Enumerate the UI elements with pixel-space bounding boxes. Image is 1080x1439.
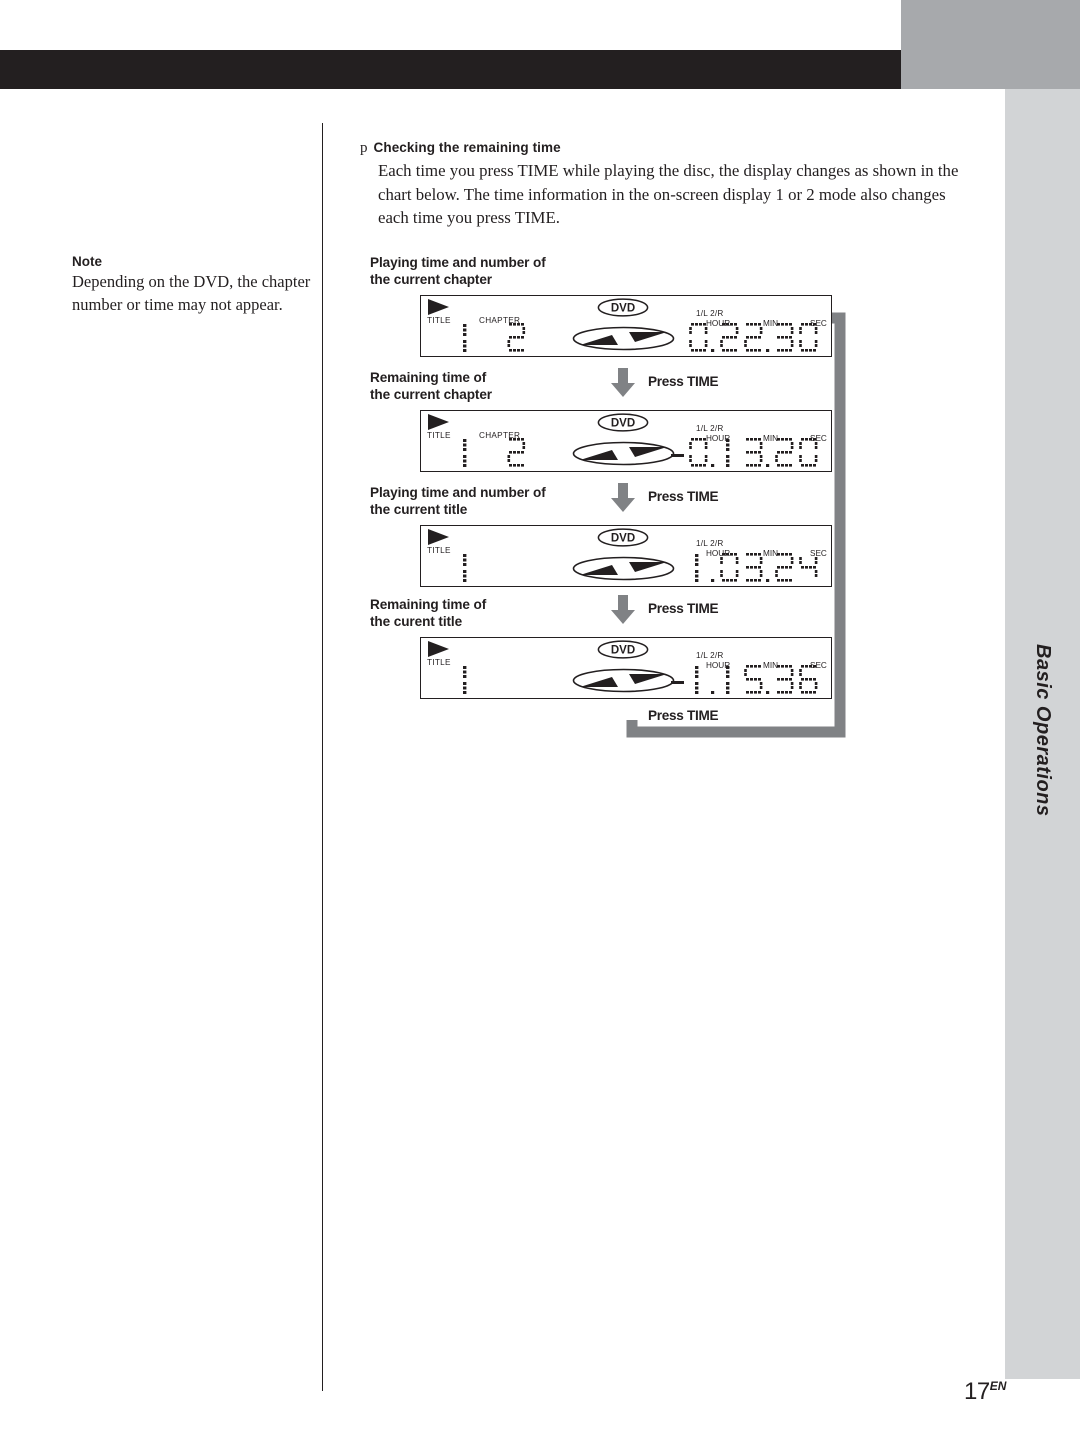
press-time-label: Press TIME xyxy=(648,601,719,616)
title-number-value xyxy=(459,438,471,473)
intro-paragraph: Each time you press TIME while playing t… xyxy=(378,161,959,228)
title-label: TITLE xyxy=(427,431,451,440)
svg-text:DVD: DVD xyxy=(611,645,635,657)
step-caption: Playing time and number of the current t… xyxy=(370,485,546,517)
time-readout xyxy=(687,665,835,697)
svg-text:DVD: DVD xyxy=(611,418,635,430)
note-block: Note Depending on the DVD, the chapter n… xyxy=(72,254,322,317)
note-heading: Note xyxy=(72,254,102,269)
time-display-flow-diagram: Playing time and number of the current c… xyxy=(370,250,890,750)
press-time-label: Press TIME xyxy=(648,489,719,504)
play-indicator-icon xyxy=(428,641,449,657)
lcd-display-panel: TITLE CHAPTER 1/L 2/R HOUR MIN SEC DVD xyxy=(420,410,832,472)
step-caption: Remaining time of the curent title xyxy=(370,597,487,629)
bullet-marker-icon: p xyxy=(360,140,368,156)
time-readout xyxy=(687,323,835,355)
svg-text:DVD: DVD xyxy=(611,533,635,545)
lcd-display-panel: TITLE CHAPTER 1/L 2/R HOUR MIN SEC DVD xyxy=(420,295,832,357)
spinning-disc-icon xyxy=(572,326,675,351)
page-number-locale: EN xyxy=(989,1379,1007,1393)
play-indicator-icon xyxy=(428,299,449,315)
spinning-disc-icon xyxy=(572,668,675,693)
dvd-logo-icon: DVD xyxy=(597,413,649,432)
dvd-logo-icon: DVD xyxy=(597,640,649,659)
seven-segment-time xyxy=(695,665,818,694)
title-label: TITLE xyxy=(427,546,451,555)
title-label: TITLE xyxy=(427,658,451,667)
dvd-logo-icon: DVD xyxy=(597,528,649,547)
step-caption: Remaining time of the current chapter xyxy=(370,370,492,402)
note-text: Depending on the DVD, the chapter number… xyxy=(72,272,311,314)
seven-segment-time xyxy=(689,438,818,467)
title-number-value xyxy=(459,665,471,700)
audio-channel-label: 1/L 2/R xyxy=(696,539,724,548)
intro-section: p Checking the remaining time Each time … xyxy=(360,140,960,230)
lcd-display-panel: TITLE 1/L 2/R HOUR MIN SEC DVD xyxy=(420,637,832,699)
lcd-display-panel: TITLE 1/L 2/R HOUR MIN SEC DVD xyxy=(420,525,832,587)
page-number-value: 17 xyxy=(964,1378,990,1405)
time-readout xyxy=(687,553,835,585)
minus-sign-icon xyxy=(671,454,684,457)
down-arrow-icon xyxy=(611,595,635,624)
audio-channel-label: 1/L 2/R xyxy=(696,309,724,318)
minus-sign-icon xyxy=(671,681,684,684)
loop-press-time-label: Press TIME xyxy=(648,708,719,723)
top-dark-band xyxy=(0,50,901,89)
chapter-number-value xyxy=(505,438,527,473)
down-arrow-icon xyxy=(611,483,635,512)
time-readout xyxy=(687,438,835,470)
page-number: 17EN xyxy=(964,1378,1006,1406)
press-time-label: Press TIME xyxy=(648,374,719,389)
chapter-number-value xyxy=(505,323,527,358)
spinning-disc-icon xyxy=(572,441,675,466)
play-indicator-icon xyxy=(428,414,449,430)
title-number-value xyxy=(459,553,471,588)
spinning-disc-icon xyxy=(572,556,675,581)
title-number-value xyxy=(459,323,471,358)
column-divider-rule xyxy=(322,123,323,1391)
down-arrow-icon xyxy=(611,368,635,397)
play-indicator-icon xyxy=(428,529,449,545)
intro-heading: Checking the remaining time xyxy=(373,140,561,155)
side-tab-label: Basic Operations xyxy=(1032,643,1054,817)
audio-channel-label: 1/L 2/R xyxy=(696,424,724,433)
top-right-gray-block xyxy=(901,0,1080,89)
intro-heading-row: p Checking the remaining time xyxy=(360,140,960,156)
dvd-logo-icon: DVD xyxy=(597,298,649,317)
svg-text:DVD: DVD xyxy=(611,303,635,315)
seven-segment-time xyxy=(689,323,818,352)
side-tab-chapter-title: Basic Operations xyxy=(1005,600,1080,860)
seven-segment-time xyxy=(695,553,818,582)
step-caption: Playing time and number of the current c… xyxy=(370,255,546,287)
audio-channel-label: 1/L 2/R xyxy=(696,651,724,660)
title-label: TITLE xyxy=(427,316,451,325)
